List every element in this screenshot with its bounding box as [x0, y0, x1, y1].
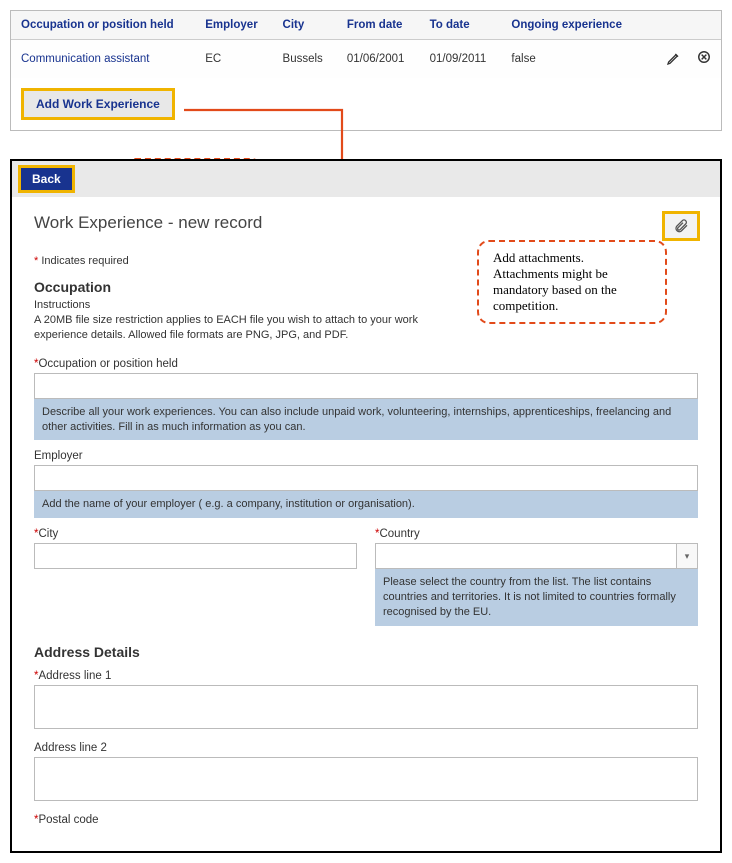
- work-experience-list-panel: Occupation or position held Employer Cit…: [10, 10, 722, 131]
- employer-input[interactable]: [34, 465, 698, 491]
- col-occupation: Occupation or position held: [11, 11, 195, 40]
- postal-label: *Postal code: [34, 814, 698, 826]
- cell-city: Bussels: [273, 40, 337, 79]
- delete-icon[interactable]: [693, 50, 711, 68]
- cell-employer: EC: [195, 40, 272, 79]
- annotation-attach-callout: Add attachments. Attachments might be ma…: [477, 240, 667, 324]
- cell-ongoing: false: [501, 40, 640, 79]
- address2-label: Address line 2: [34, 742, 698, 754]
- paperclip-icon: [673, 218, 689, 234]
- col-from: From date: [337, 11, 420, 40]
- city-input[interactable]: [34, 543, 357, 569]
- city-label: *City: [34, 528, 357, 540]
- country-select[interactable]: ▾: [375, 543, 698, 569]
- col-city: City: [273, 11, 337, 40]
- attachment-button[interactable]: [664, 213, 698, 239]
- occupation-hint: Describe all your work experiences. You …: [34, 399, 698, 441]
- cell-to: 01/09/2011: [420, 40, 502, 79]
- add-work-experience-button[interactable]: Add Work Experience: [23, 90, 173, 118]
- cell-occupation-link[interactable]: Communication assistant: [11, 40, 195, 79]
- col-ongoing: Ongoing experience: [501, 11, 640, 40]
- back-button[interactable]: Back: [20, 167, 73, 191]
- chevron-down-icon[interactable]: ▾: [676, 543, 698, 569]
- country-label: *Country: [375, 528, 698, 540]
- col-to: To date: [420, 11, 502, 40]
- cell-from: 01/06/2001: [337, 40, 420, 79]
- edit-icon[interactable]: [664, 50, 682, 68]
- address1-input[interactable]: [34, 685, 698, 729]
- occupation-input[interactable]: [34, 373, 698, 399]
- section-address-heading: Address Details: [34, 644, 698, 660]
- address2-input[interactable]: [34, 757, 698, 801]
- address1-label: *Address line 1: [34, 670, 698, 682]
- country-hint: Please select the country from the list.…: [375, 569, 698, 626]
- country-input[interactable]: [375, 543, 676, 569]
- col-actions: [641, 11, 721, 40]
- employer-hint: Add the name of your employer ( e.g. a c…: [34, 491, 698, 518]
- employer-label: Employer: [34, 450, 698, 462]
- form-title: Work Experience - new record: [34, 213, 262, 233]
- table-row: Communication assistant EC Bussels 01/06…: [11, 40, 721, 79]
- col-employer: Employer: [195, 11, 272, 40]
- work-experience-table: Occupation or position held Employer Cit…: [11, 11, 721, 78]
- instructions-text: A 20MB file size restriction applies to …: [34, 313, 464, 344]
- occupation-label: *Occupation or position held: [34, 358, 698, 370]
